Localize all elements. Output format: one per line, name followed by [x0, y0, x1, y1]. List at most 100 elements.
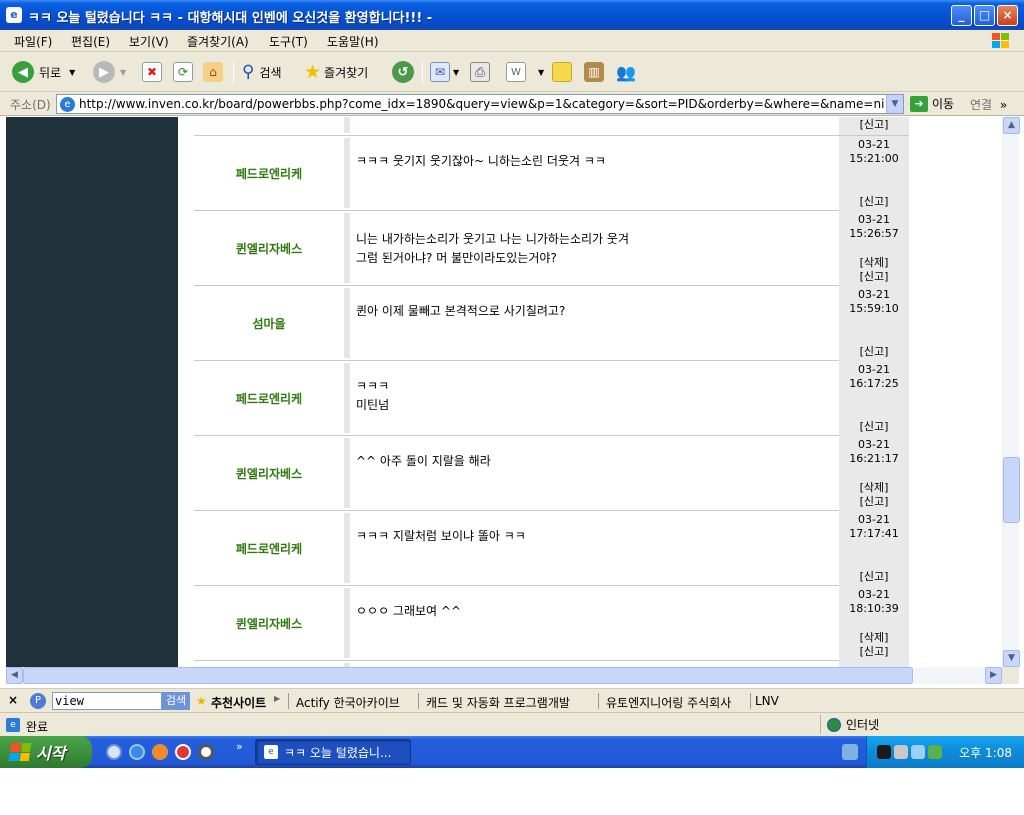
messenger-button[interactable]: 👥 — [616, 60, 636, 84]
taskbar-ie-window[interactable]: e ㅋㅋ 오늘 털렸습니... — [255, 739, 411, 765]
desktop-quicklaunch-icon[interactable] — [106, 744, 122, 760]
refresh-button[interactable]: ⟳ — [173, 60, 193, 84]
stop-button[interactable]: ✖ — [142, 60, 162, 84]
comment-author[interactable]: 퀸엘리자베스 — [194, 211, 344, 286]
comment-date: 03-21 — [858, 288, 890, 301]
recommend-sites-link[interactable]: 추천사이트 — [211, 694, 266, 711]
horizontal-scrollbar[interactable]: ◀ ▶ — [6, 667, 1002, 684]
menu-help[interactable]: 도움말(H) — [327, 33, 379, 50]
delete-link[interactable]: [삭제] — [839, 481, 909, 495]
tray-app-icon[interactable] — [894, 745, 908, 759]
horizontal-scroll-thumb[interactable] — [23, 667, 913, 684]
report-link[interactable]: [신고] — [839, 645, 909, 659]
chrome-quicklaunch-icon[interactable] — [175, 744, 191, 760]
link-utoeng[interactable]: 유토엔지니어링 주식회사 — [606, 694, 731, 711]
menu-tools[interactable]: 도구(T) — [269, 33, 308, 50]
window-title-bar[interactable]: e ㅋㅋ 오늘 털렸습니다 ㅋㅋ - 대항해시대 인벤에 오신것을 환영합니다!… — [0, 0, 1024, 30]
comment-bar — [344, 213, 350, 283]
scroll-up-icon[interactable]: ▲ — [1003, 117, 1020, 134]
report-link[interactable]: [신고] — [839, 270, 909, 284]
media-quicklaunch-icon[interactable] — [198, 744, 214, 760]
report-link[interactable]: [신고] — [860, 118, 889, 131]
forward-button[interactable]: ▶ ▼ — [93, 60, 126, 84]
forward-dropdown-icon: ▼ — [120, 67, 127, 77]
report-link[interactable]: [신고] — [839, 570, 909, 584]
toolbar-search-button[interactable]: 검색 — [162, 692, 190, 710]
link-actify[interactable]: Actify 한국아카이브 — [296, 694, 400, 711]
delete-link[interactable]: [삭제] — [839, 631, 909, 645]
mail-button[interactable]: ✉ ▼ — [430, 60, 459, 84]
close-button[interactable]: × — [997, 5, 1018, 26]
firefox-quicklaunch-icon[interactable] — [152, 744, 168, 760]
search-button[interactable]: ⚲ 검색 — [242, 60, 282, 84]
vertical-scrollbar[interactable]: ▲ ▼ — [1002, 117, 1020, 667]
nvidia-tray-icon[interactable] — [928, 745, 942, 759]
address-dropdown-icon[interactable]: ▼ — [886, 95, 903, 113]
scroll-right-icon[interactable]: ▶ — [985, 667, 1002, 684]
menu-view[interactable]: 보기(V) — [129, 33, 169, 50]
comment-time: 15:21:00 — [849, 152, 899, 165]
home-button[interactable]: ⌂ — [203, 60, 223, 84]
comment-author[interactable]: 페드로엔리케 — [194, 361, 344, 436]
note-icon — [552, 62, 572, 82]
mail-dropdown-icon[interactable]: ▼ — [453, 68, 459, 77]
history-button[interactable]: ↺ — [392, 60, 414, 84]
address-input[interactable]: e http://www.inven.co.kr/board/powerbbs.… — [56, 94, 904, 114]
links-toolbar-label[interactable]: 연결 » — [970, 96, 1007, 113]
recommend-arrow-icon[interactable]: ▶ — [274, 694, 280, 703]
report-link[interactable]: [신고] — [839, 495, 909, 509]
comment-author[interactable]: 페드로엔리케 — [194, 136, 344, 211]
comment-author[interactable]: 퀸엘리자베스 — [194, 586, 344, 661]
comment-author[interactable]: 퀸엘리자베스 — [194, 436, 344, 511]
star-icon: ★ — [304, 61, 322, 83]
favorites-button[interactable]: ★ 즐겨찾기 — [304, 60, 368, 84]
report-link[interactable]: [신고] — [839, 345, 909, 359]
clock[interactable]: 오후 1:08 — [959, 744, 1012, 761]
back-button[interactable]: ◀ 뒤로 ▼ — [12, 60, 75, 84]
scroll-down-icon[interactable]: ▼ — [1003, 650, 1020, 667]
volume-tray-icon[interactable] — [911, 745, 925, 759]
maximize-button[interactable]: □ — [974, 5, 995, 26]
delete-link[interactable]: [삭제] — [839, 256, 909, 270]
report-link[interactable]: [신고] — [839, 195, 909, 209]
comment-time: 16:21:17 — [849, 452, 899, 465]
comment-bar — [344, 138, 350, 208]
vertical-scroll-thumb[interactable] — [1003, 457, 1020, 523]
comment-bar — [344, 588, 350, 658]
minimize-button[interactable]: _ — [951, 5, 972, 26]
scroll-left-icon[interactable]: ◀ — [6, 667, 23, 684]
menu-edit[interactable]: 편집(E) — [71, 33, 110, 50]
edit-dropdown-icon[interactable]: ▼ — [538, 68, 544, 77]
toolbar-search-input[interactable]: view — [52, 692, 162, 710]
research-button[interactable]: ▥ — [584, 60, 604, 84]
print-button[interactable]: ⎙ — [470, 60, 490, 84]
url-text[interactable]: http://www.inven.co.kr/board/powerbbs.ph… — [79, 97, 885, 111]
steam-tray-icon[interactable] — [877, 745, 891, 759]
quicklaunch-chevron-icon[interactable]: » — [236, 740, 243, 753]
start-button[interactable]: 시작 — [0, 736, 92, 768]
go-button[interactable]: ➜ 이동 — [910, 95, 954, 112]
ie-icon: e — [60, 97, 75, 112]
comment-bar — [344, 438, 350, 508]
comment-author[interactable]: 섬마을 — [194, 286, 344, 361]
menu-file[interactable]: 파일(F) — [14, 33, 52, 50]
search-provider-icon[interactable]: P — [30, 693, 46, 709]
edit-button[interactable]: W ▼ — [506, 60, 544, 84]
ie-quicklaunch-icon[interactable] — [129, 744, 145, 760]
comment-author[interactable]: 페드로엔리케 — [194, 511, 344, 586]
network-tray-icon[interactable] — [842, 744, 858, 760]
window-title: ㅋㅋ 오늘 털렸습니다 ㅋㅋ - 대항해시대 인벤에 오신것을 환영합니다!!!… — [28, 11, 433, 26]
link-cad[interactable]: 캐드 및 자동화 프로그램개발 — [426, 694, 570, 711]
comment-text: 니는 내가하는소리가 웃기고 나는 니가하는소리가 웃겨 그럼 된거아냐? 머 … — [356, 232, 629, 265]
menu-favorites[interactable]: 즐겨찾기(A) — [187, 33, 249, 50]
chevron-icon[interactable]: » — [1000, 98, 1007, 112]
back-dropdown-icon[interactable]: ▼ — [69, 68, 75, 77]
close-toolbar-icon[interactable]: × — [8, 693, 18, 707]
back-label: 뒤로 — [39, 65, 62, 80]
notes-button[interactable] — [552, 60, 572, 84]
address-bar: 주소(D) e http://www.inven.co.kr/board/pow… — [0, 92, 1024, 116]
comment-meta: 03-21 15:59:10 [신고] — [839, 286, 909, 361]
link-lnv[interactable]: LNV — [755, 694, 779, 708]
scrollbar-corner — [1002, 667, 1019, 684]
report-link[interactable]: [신고] — [839, 420, 909, 434]
